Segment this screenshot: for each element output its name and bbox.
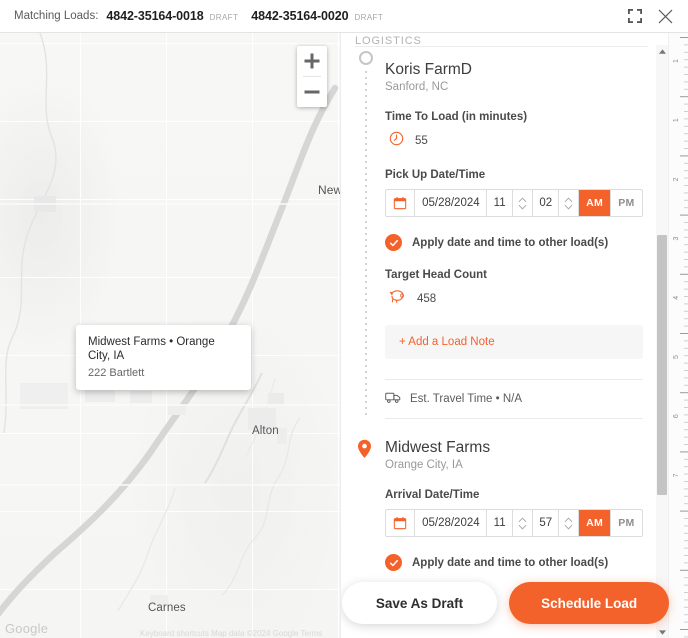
scroll-up-arrow[interactable] <box>656 45 668 57</box>
zoom-in-button[interactable] <box>297 46 327 76</box>
zoom-out-button[interactable] <box>297 77 327 107</box>
clock-icon <box>389 131 404 151</box>
status-badge: DRAFT <box>209 12 239 22</box>
stop-name: Midwest Farms <box>385 439 491 457</box>
calendar-icon[interactable] <box>386 510 416 537</box>
svg-text:7: 7 <box>673 473 680 477</box>
arrival-hour-stepper[interactable] <box>513 510 534 537</box>
apply-datetime-label: Apply date and time to other load(s) <box>412 236 609 249</box>
apply-datetime-label: Apply date and time to other load(s) <box>412 556 609 569</box>
head-count-value: 458 <box>417 293 437 306</box>
svg-text:4: 4 <box>673 296 680 300</box>
load-chip[interactable]: 4842-35164-0018 DRAFT <box>106 9 238 23</box>
calendar-icon[interactable] <box>386 190 416 217</box>
origin-circle-marker <box>359 51 373 65</box>
arrival-datetime-label: Arrival Date/Time <box>385 489 480 502</box>
time-to-load-label: Time To Load (in minutes) <box>385 111 528 124</box>
add-load-note-input[interactable]: + Add a Load Note <box>385 325 643 360</box>
time-to-load-value: 55 <box>415 135 428 148</box>
logistics-scroll-area: LOGISTICS Koris FarmD Sanford, NC Time T… <box>341 33 670 638</box>
head-count-value-row: 458 <box>389 289 648 309</box>
pickup-minute-stepper[interactable] <box>559 190 580 217</box>
check-icon <box>385 554 402 572</box>
arrival-pm-button[interactable]: PM <box>611 510 642 536</box>
scroll-down-arrow[interactable] <box>656 626 668 638</box>
add-load-note-placeholder: + Add a Load Note <box>399 336 495 349</box>
head-count-label: Target Head Count <box>385 269 488 282</box>
arrival-minute-input[interactable]: 57 <box>533 510 560 537</box>
ruler-overlay: 1 1 2 3 4 5 6 7 <box>668 33 688 638</box>
arrival-datetime-control[interactable]: 05/28/2024 11 57 AM PM <box>385 509 643 538</box>
save-as-draft-button[interactable]: Save As Draft <box>341 582 498 624</box>
map-view[interactable]: New Orange City Alton Carnes Midwest Far… <box>0 33 340 638</box>
schedule-load-modal: Matching Loads: 4842-35164-0018 DRAFT 48… <box>0 0 688 638</box>
apply-datetime-checkbox[interactable]: Apply date and time to other load(s) <box>385 234 648 252</box>
svg-text:1: 1 <box>673 118 680 122</box>
logistics-panel: LOGISTICS Koris FarmD Sanford, NC Time T… <box>340 33 688 638</box>
section-title-logistics: LOGISTICS <box>355 33 648 47</box>
map-zoom-controls[interactable] <box>297 46 327 107</box>
apply-datetime-checkbox[interactable]: Apply date and time to other load(s) <box>385 554 648 572</box>
check-icon <box>385 234 402 252</box>
stop-location: Sanford, NC <box>385 81 449 94</box>
close-icon[interactable] <box>654 5 676 27</box>
pickup-am-button[interactable]: AM <box>579 190 611 217</box>
collapse-icon[interactable] <box>624 5 646 27</box>
svg-text:2: 2 <box>673 177 680 181</box>
truck-icon <box>385 391 401 407</box>
google-watermark: Google <box>5 621 49 636</box>
est-travel-time-row: Est. Travel Time • N/A <box>385 380 643 420</box>
status-badge: DRAFT <box>354 12 384 22</box>
arrival-am-button[interactable]: AM <box>579 510 611 537</box>
est-travel-time-text: Est. Travel Time • N/A <box>410 393 523 406</box>
time-to-load-value-row: 55 <box>389 131 648 151</box>
pickup-pm-button[interactable]: PM <box>611 190 642 216</box>
pickup-minute-input[interactable]: 02 <box>533 190 560 217</box>
map-label-alton: Alton <box>252 425 279 437</box>
svg-text:1: 1 <box>673 59 680 63</box>
modal-body: New Orange City Alton Carnes Midwest Far… <box>0 33 688 638</box>
timeline-connector <box>365 71 367 420</box>
stop-origin: Koris FarmD Sanford, NC Time To Load (in… <box>355 47 648 420</box>
pickup-hour-input[interactable]: 11 <box>487 190 514 217</box>
schedule-load-button[interactable]: Schedule Load <box>509 582 670 624</box>
tooltip-address: 222 Bartlett <box>88 366 145 379</box>
scrollbar-thumb[interactable] <box>657 235 667 495</box>
pig-icon <box>389 289 406 309</box>
pickup-datetime-control[interactable]: 05/28/2024 11 02 AM PM <box>385 189 643 218</box>
map-label-new: New <box>318 183 340 197</box>
pickup-date-input[interactable]: 05/28/2024 <box>415 190 488 217</box>
map-label-carnes: Carnes <box>148 602 186 614</box>
top-bar: Matching Loads: 4842-35164-0018 DRAFT 48… <box>0 0 688 33</box>
stop-name: Koris FarmD <box>385 61 472 78</box>
svg-text:6: 6 <box>673 414 680 418</box>
map-info-tooltip: Midwest Farms • Orange City, IA 222 Bart… <box>76 325 251 390</box>
load-number: 4842-35164-0020 <box>251 9 349 23</box>
map-attribution: Keyboard shortcuts Map data ©2024 Google… <box>140 629 323 638</box>
panel-scrollbar[interactable] <box>656 45 668 638</box>
load-number: 4842-35164-0018 <box>106 9 204 23</box>
stop-location: Orange City, IA <box>385 459 463 472</box>
pickup-datetime-label: Pick Up Date/Time <box>385 169 486 182</box>
svg-text:3: 3 <box>673 237 680 241</box>
tooltip-title: Midwest Farms • Orange City, IA <box>88 336 215 363</box>
matching-loads-label: Matching Loads: <box>14 10 99 22</box>
svg-text:5: 5 <box>673 355 680 359</box>
destination-pin-marker <box>357 439 371 459</box>
load-chip[interactable]: 4842-35164-0020 DRAFT <box>251 9 383 23</box>
pickup-hour-stepper[interactable] <box>513 190 534 217</box>
arrival-date-input[interactable]: 05/28/2024 <box>415 510 488 537</box>
arrival-hour-input[interactable]: 11 <box>487 510 514 537</box>
arrival-minute-stepper[interactable] <box>559 510 580 537</box>
